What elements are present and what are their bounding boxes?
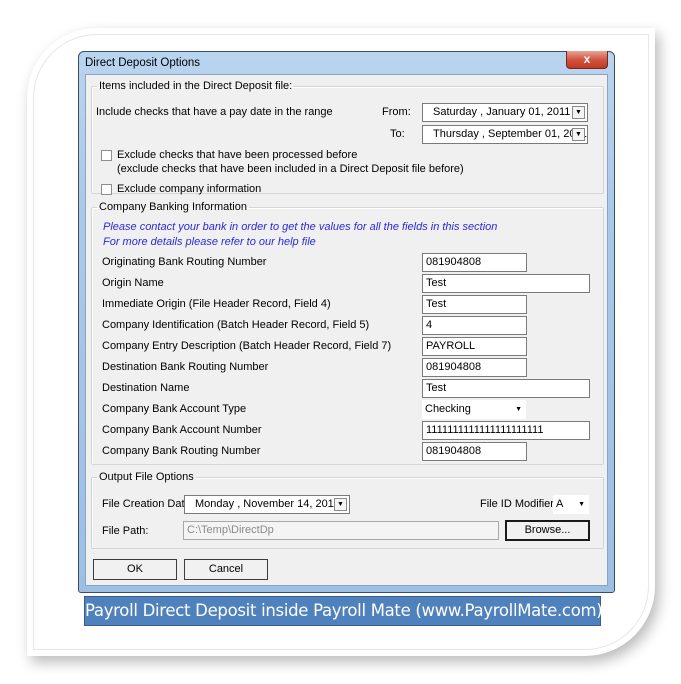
file-path-input[interactable]: C:\Temp\DirectDp [183, 521, 499, 540]
banking-note-line2: For more details please refer to our hel… [103, 236, 316, 248]
file-path-label: File Path: [102, 525, 149, 537]
browse-button[interactable]: Browse... [505, 520, 590, 541]
exclude-processed-checkbox[interactable] [101, 150, 112, 161]
chevron-down-icon[interactable]: ▼ [572, 106, 585, 119]
dialog-window: Direct Deposit Options x Items included … [78, 51, 615, 593]
file-creation-date-picker[interactable]: Monday , November 14, 2011 ▼ [184, 495, 350, 514]
field-label: Company Bank Account Type [102, 403, 247, 415]
origin-name-input[interactable]: Test [422, 274, 590, 293]
range-label: Include checks that have a pay date in t… [96, 106, 333, 118]
chevron-down-icon[interactable]: ▼ [334, 498, 347, 511]
company-identification-input[interactable]: 4 [422, 316, 527, 335]
account-type-select[interactable]: Checking ▼ [422, 400, 526, 419]
file-creation-date-value: Monday , November 14, 2011 [195, 498, 340, 510]
banking-note-line1: Please contact your bank in order to get… [103, 221, 498, 233]
from-label: From: [382, 106, 411, 118]
field-label: Destination Name [102, 382, 190, 394]
field-label: Destination Bank Routing Number [102, 361, 269, 373]
file-id-modifier-label: File ID Modifier [480, 498, 554, 510]
title-bar[interactable]: Direct Deposit Options x [79, 51, 614, 74]
company-routing-input[interactable]: 081904808 [422, 442, 527, 461]
field-label: Company Bank Routing Number [102, 445, 261, 457]
chevron-down-icon[interactable]: ▼ [572, 128, 585, 141]
exclude-company-checkbox[interactable] [101, 184, 112, 195]
dialog-client: Items included in the Direct Deposit fil… [85, 74, 608, 586]
from-date-value: Saturday , January 01, 2011 [433, 106, 571, 118]
close-button[interactable]: x [566, 51, 608, 69]
account-number-input[interactable]: 1111111111111111111111 [422, 421, 590, 440]
banking-group-legend: Company Banking Information [99, 201, 247, 213]
from-date-picker[interactable]: Saturday , January 01, 2011 ▼ [422, 103, 588, 122]
file-creation-date-label: File Creation Date [102, 498, 191, 510]
chevron-down-icon[interactable]: ▼ [578, 495, 585, 514]
to-date-picker[interactable]: Thursday , September 01, 2011 ▼ [422, 125, 588, 144]
account-type-value: Checking [425, 403, 471, 415]
field-label: Immediate Origin (File Header Record, Fi… [102, 298, 331, 310]
exclude-company-label: Exclude company information [117, 183, 262, 195]
field-label: Company Entry Description (Batch Header … [102, 340, 392, 352]
chevron-down-icon[interactable]: ▼ [515, 400, 522, 419]
to-date-value: Thursday , September 01, 2011 [433, 128, 587, 140]
destination-routing-input[interactable]: 081904808 [422, 358, 527, 377]
originating-routing-input[interactable]: 081904808 [422, 253, 527, 272]
file-id-modifier-value: A [556, 498, 564, 510]
window-title: Direct Deposit Options [85, 57, 201, 69]
file-id-modifier-select[interactable]: A ▼ [553, 495, 589, 514]
ok-button[interactable]: OK [93, 559, 177, 580]
immediate-origin-input[interactable]: Test [422, 295, 527, 314]
cancel-button[interactable]: Cancel [184, 559, 268, 580]
close-icon: x [583, 52, 591, 66]
field-label: Origin Name [102, 277, 164, 289]
to-label: To: [390, 128, 405, 140]
exclude-processed-sublabel: (exclude checks that have been included … [117, 163, 464, 175]
destination-name-input[interactable]: Test [422, 379, 590, 398]
items-group-legend: Items included in the Direct Deposit fil… [99, 80, 293, 92]
caption-banner: Payroll Direct Deposit inside Payroll Ma… [84, 596, 603, 626]
exclude-processed-label: Exclude checks that have been processed … [117, 149, 358, 161]
output-group-legend: Output File Options [99, 471, 194, 483]
field-label: Company Bank Account Number [102, 424, 262, 436]
company-entry-description-input[interactable]: PAYROLL [422, 337, 527, 356]
field-label: Originating Bank Routing Number [102, 256, 267, 268]
field-label: Company Identification (Batch Header Rec… [102, 319, 370, 331]
